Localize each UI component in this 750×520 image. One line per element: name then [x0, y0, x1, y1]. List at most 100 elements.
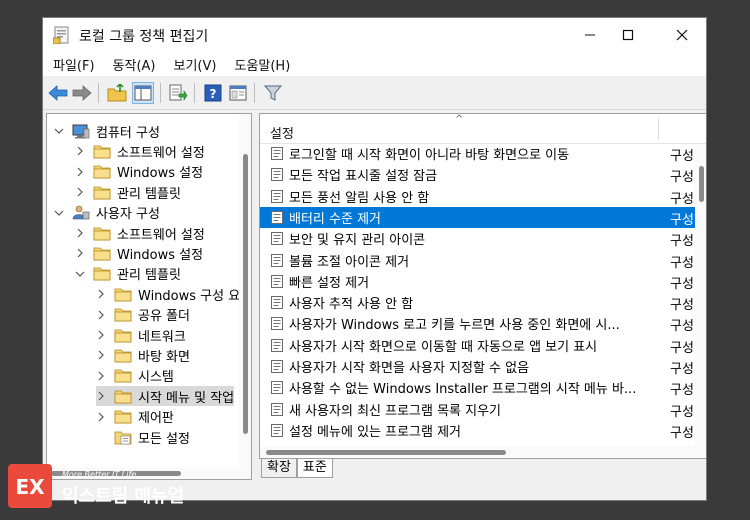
tab-standard[interactable]: 표준 [296, 459, 333, 478]
policy-setting-row[interactable]: 빠른 설정 제거 구성 [260, 271, 698, 292]
close-button[interactable] [658, 18, 706, 52]
policy-setting-row[interactable]: 보안 및 유지 관리 아이콘 구성 [260, 228, 698, 249]
tree-item[interactable]: 바탕 화면 [96, 345, 190, 365]
policy-setting-row[interactable]: 사용할 수 없는 Windows Installer 프로그램의 시작 메뉴 바… [260, 377, 698, 398]
list-header: ^ 설정 [260, 114, 706, 144]
policy-setting-row[interactable]: 배터리 수준 제거 구성 [260, 206, 698, 228]
tree-item-label: 공유 폴더 [138, 309, 190, 325]
folder-icon [93, 267, 111, 281]
policy-setting-row[interactable]: 사용자가 시작 화면으로 이동할 때 자동으로 앱 보기 표시 구성 [260, 335, 698, 356]
list-horizontal-scroll-thumb[interactable] [266, 450, 506, 455]
window-title: 로컬 그룹 정책 편집기 [79, 29, 209, 45]
list-vertical-scrollbar[interactable] [695, 144, 706, 448]
policy-setting-icon [271, 147, 283, 160]
policy-setting-row[interactable]: 로그인할 때 시작 화면이 아니라 바탕 화면으로 이동 구성 [260, 143, 698, 164]
menu-action[interactable]: 동작(A) [104, 55, 165, 74]
back-button[interactable] [47, 82, 69, 104]
chevron-right-icon[interactable] [75, 146, 85, 156]
chevron-right-icon[interactable] [96, 289, 106, 299]
folder-icon [93, 247, 111, 261]
column-header-setting[interactable]: 설정 [270, 123, 294, 142]
logo-mark: EX [15, 475, 45, 499]
tree-item[interactable]: 관리 템플릿 [75, 182, 181, 202]
close-icon [676, 29, 688, 41]
policy-setting-row[interactable]: 모든 작업 표시줄 설정 잠금 구성 [260, 164, 698, 185]
filter-button[interactable] [262, 82, 284, 104]
policy-setting-row[interactable]: 볼륨 조절 아이콘 제거 구성 [260, 250, 698, 271]
tree-item[interactable]: 제어판 [96, 407, 174, 427]
tree-item[interactable]: 컴퓨터 구성 [54, 121, 160, 141]
menu-file[interactable]: 파일(F) [43, 55, 104, 74]
title-bar[interactable]: 로컬 그룹 정책 편집기 [43, 18, 706, 52]
tree-item[interactable]: 소프트웨어 설정 [75, 223, 205, 243]
tree-item[interactable]: 소프트웨어 설정 [75, 141, 205, 161]
policy-setting-row[interactable]: 모든 풍선 알림 사용 안 함 구성 [260, 186, 698, 207]
column-divider[interactable] [658, 118, 659, 140]
tab-extended[interactable]: 확장 [261, 459, 297, 478]
forward-button[interactable] [71, 82, 93, 104]
policy-setting-state: 구성 [670, 149, 694, 164]
chevron-right-icon[interactable] [96, 310, 106, 320]
policy-setting-label: 모든 풍선 알림 사용 안 함 [289, 190, 430, 206]
toolbar-separator [98, 83, 99, 103]
toolbar-separator [254, 83, 255, 103]
list-vertical-scroll-thumb[interactable] [699, 166, 704, 202]
chevron-right-icon[interactable] [75, 187, 85, 197]
policy-setting-row[interactable]: 새 사용자의 최신 프로그램 목록 지우기 구성 [260, 399, 698, 420]
sort-ascending-icon: ^ [455, 114, 464, 125]
maximize-button[interactable] [604, 18, 652, 52]
policy-setting-label: 볼륨 조절 아이콘 제거 [289, 254, 410, 270]
toolbar: ? [43, 77, 706, 110]
chevron-right-icon[interactable] [75, 228, 85, 238]
menu-help[interactable]: 도움말(H) [225, 55, 299, 74]
chevron-right-icon[interactable] [96, 371, 106, 381]
policy-setting-row[interactable]: 사용자 추적 사용 안 함 구성 [260, 292, 698, 313]
list-horizontal-scrollbar[interactable] [260, 446, 706, 458]
tree-item[interactable]: 공유 폴더 [96, 305, 190, 325]
policy-setting-label: 로그인할 때 시작 화면이 아니라 바탕 화면으로 이동 [289, 148, 570, 163]
policy-setting-state: 구성 [670, 170, 694, 186]
export-list-button[interactable] [167, 82, 189, 104]
policy-setting-row[interactable]: 사용자가 Windows 로고 키를 누르면 사용 중인 화면에 시... 구성 [260, 313, 698, 334]
tree-item[interactable]: Windows 구성 요 [96, 284, 240, 304]
tree-item[interactable]: 사용자 구성 [54, 203, 160, 223]
policy-setting-row[interactable]: 설정 메뉴에 있는 프로그램 제거 구성 [260, 420, 698, 441]
tree-item-label: 소프트웨어 설정 [117, 227, 205, 243]
policy-setting-icon [271, 210, 283, 224]
chevron-right-icon[interactable] [96, 391, 106, 401]
policy-setting-label: 사용할 수 없는 Windows Installer 프로그램의 시작 메뉴 바… [289, 382, 637, 398]
chevron-right-icon[interactable] [75, 248, 85, 258]
tree-item[interactable]: 시작 메뉴 및 작업 [96, 386, 235, 407]
tree-item[interactable]: Windows 설정 [75, 162, 203, 182]
tree-item[interactable]: 네트워크 [96, 325, 186, 345]
chevron-right-icon[interactable] [75, 167, 85, 177]
help-button[interactable]: ? [202, 82, 224, 104]
up-folder-button[interactable] [106, 82, 128, 104]
help-icon: ? [204, 84, 222, 102]
policy-setting-row[interactable]: 사용자가 시작 화면을 사용자 지정할 수 없음 구성 [260, 356, 698, 377]
tree-vertical-scrollbar[interactable] [239, 114, 251, 479]
settings-list-pane[interactable]: ^ 설정 로그인할 때 시작 화면이 아니라 바탕 화면으로 이동 구성 모든 작업… [259, 113, 706, 459]
tree-vertical-scroll-thumb[interactable] [243, 154, 248, 434]
chevron-right-icon[interactable] [96, 330, 106, 340]
policy-setting-label: 새 사용자의 최신 프로그램 목록 지우기 [289, 403, 502, 419]
tree-item[interactable]: 시스템 [96, 366, 174, 386]
chevron-down-icon[interactable] [75, 269, 85, 279]
menu-view[interactable]: 보기(V) [165, 55, 226, 74]
chevron-right-icon[interactable] [96, 350, 106, 360]
tree-item[interactable]: 관리 템플릿 [75, 264, 181, 284]
policy-setting-label: 보안 및 유지 관리 아이콘 [289, 233, 426, 249]
properties-window-icon [229, 85, 247, 101]
tree-item-label: 네트워크 [138, 329, 186, 345]
policy-setting-icon [271, 317, 283, 331]
chevron-right-icon[interactable] [96, 412, 106, 422]
tree-item[interactable]: 모든 설정 [96, 427, 190, 447]
tree-item-label: 시작 메뉴 및 작업 [138, 390, 235, 406]
tree-item[interactable]: Windows 설정 [75, 243, 203, 263]
show-hide-tree-button[interactable] [132, 82, 154, 104]
console-tree-pane[interactable]: 컴퓨터 구성 소프트웨어 설정 Windows 설정 관리 템플릿 사용자 구성 소프트웨… [46, 113, 252, 480]
chevron-down-icon[interactable] [54, 126, 64, 136]
chevron-down-icon[interactable] [54, 208, 64, 218]
properties-button[interactable] [227, 82, 249, 104]
policy-setting-icon [271, 402, 283, 416]
